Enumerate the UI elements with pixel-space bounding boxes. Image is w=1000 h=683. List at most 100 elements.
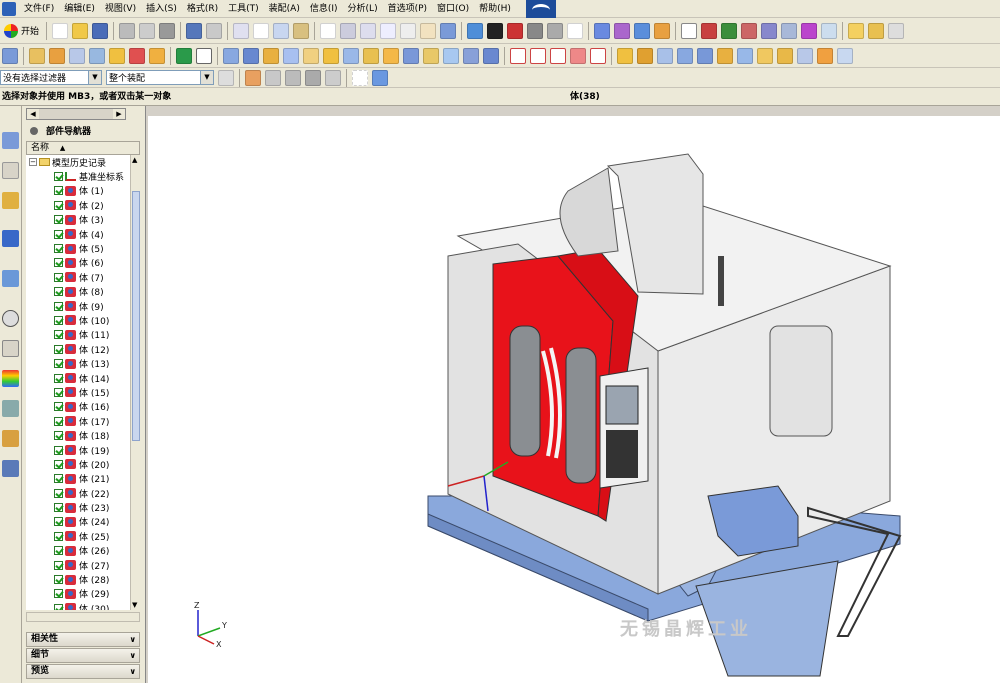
tree-node-body[interactable]: 体 (25) xyxy=(26,529,130,543)
block-icon[interactable] xyxy=(263,47,279,64)
background-icon[interactable] xyxy=(567,22,584,39)
revolve-icon[interactable] xyxy=(243,47,259,64)
menu-view[interactable]: 视图(V) xyxy=(100,0,141,18)
ruler-icon[interactable] xyxy=(868,22,885,39)
tree-node-body[interactable]: 体 (28) xyxy=(26,572,130,586)
visibility-check-icon[interactable] xyxy=(54,488,63,498)
scrollbar-thumb[interactable] xyxy=(132,191,140,441)
offset-face-icon[interactable] xyxy=(757,47,773,64)
measure-distance-icon[interactable] xyxy=(848,22,865,39)
system-materials-tab-icon[interactable] xyxy=(2,340,19,357)
visibility-check-icon[interactable] xyxy=(54,560,63,570)
visibility-check-icon[interactable] xyxy=(54,503,63,513)
tree-node-body[interactable]: 体 (19) xyxy=(26,443,130,457)
tree-node-body[interactable]: 体 (2) xyxy=(26,198,130,212)
chamfer-icon[interactable] xyxy=(637,47,653,64)
menu-analysis[interactable]: 分析(L) xyxy=(343,0,383,18)
visibility-check-icon[interactable] xyxy=(54,431,63,441)
pocket-icon[interactable] xyxy=(383,47,399,64)
visibility-check-icon[interactable] xyxy=(54,387,63,397)
name-column-header[interactable]: 名称 ▲ xyxy=(26,141,140,155)
pan-icon[interactable] xyxy=(420,22,437,39)
redo-icon[interactable] xyxy=(206,22,223,39)
add-component-icon[interactable] xyxy=(29,47,45,64)
selection-scope-dropdown[interactable]: 整个装配 ▼ xyxy=(106,70,214,85)
visibility-check-icon[interactable] xyxy=(54,186,63,196)
assembly-navigator-icon[interactable] xyxy=(2,47,18,64)
process-studio-tab-icon[interactable] xyxy=(2,370,19,387)
wcs-save-icon[interactable] xyxy=(781,22,798,39)
visibility-check-icon[interactable] xyxy=(54,445,63,455)
visibility-check-icon[interactable] xyxy=(54,589,63,599)
visibility-check-icon[interactable] xyxy=(54,517,63,527)
menu-preferences[interactable]: 首选项(P) xyxy=(383,0,432,18)
visibility-check-icon[interactable] xyxy=(54,215,63,225)
section-icon[interactable] xyxy=(654,22,671,39)
tree-node-body[interactable]: 体 (21) xyxy=(26,472,130,486)
extract-icon[interactable] xyxy=(817,47,833,64)
show-hide-icon[interactable] xyxy=(273,22,290,39)
roles-tab-icon[interactable] xyxy=(2,430,19,447)
visibility-check-icon[interactable] xyxy=(54,301,63,311)
scroll-up-icon[interactable]: ▲ xyxy=(132,156,137,164)
perspective-icon[interactable] xyxy=(440,22,457,39)
tree-node-body[interactable]: 体 (15) xyxy=(26,385,130,399)
panel-preview[interactable]: 预览 ∨ xyxy=(26,664,140,679)
unite-icon[interactable] xyxy=(483,47,499,64)
tree-node-body[interactable]: 体 (27) xyxy=(26,558,130,572)
wcs-rotate-icon[interactable] xyxy=(721,22,738,39)
tree-node-body[interactable]: 体 (14) xyxy=(26,371,130,385)
datum-csys-icon[interactable] xyxy=(801,22,818,39)
pad-icon[interactable] xyxy=(403,47,419,64)
reposition-icon[interactable] xyxy=(89,47,105,64)
pattern-face-icon[interactable] xyxy=(837,47,853,64)
visibility-check-icon[interactable] xyxy=(54,546,63,556)
wireframe-icon[interactable] xyxy=(527,22,544,39)
arc-icon[interactable] xyxy=(530,47,546,64)
mirror-assembly-icon[interactable] xyxy=(129,47,145,64)
copy-icon[interactable] xyxy=(139,22,156,39)
draft-icon[interactable] xyxy=(677,47,693,64)
select-all-icon[interactable] xyxy=(372,69,388,86)
open-folder-icon[interactable] xyxy=(72,22,89,39)
fit-view-icon[interactable] xyxy=(320,22,337,39)
menu-window[interactable]: 窗口(O) xyxy=(432,0,474,18)
menu-insert[interactable]: 插入(S) xyxy=(141,0,182,18)
visibility-check-icon[interactable] xyxy=(54,402,63,412)
tree-node-body[interactable]: 体 (7) xyxy=(26,270,130,284)
system-scenes-tab-icon[interactable] xyxy=(2,460,19,477)
filter-settings-icon[interactable] xyxy=(218,69,234,86)
render-style-icon[interactable] xyxy=(507,22,524,39)
start-button[interactable]: 开始 xyxy=(0,21,43,41)
tree-node-body[interactable]: 体 (30) xyxy=(26,601,130,610)
scroll-right-icon[interactable]: ▶ xyxy=(113,109,125,119)
analyze-icon[interactable] xyxy=(634,22,651,39)
curve-offset-icon[interactable] xyxy=(570,47,586,64)
visibility-check-icon[interactable] xyxy=(54,531,63,541)
menu-format[interactable]: 格式(R) xyxy=(182,0,223,18)
shaded-display-icon[interactable] xyxy=(487,22,504,39)
snap-point-icon[interactable] xyxy=(245,69,261,86)
tree-node-body[interactable]: 体 (8) xyxy=(26,285,130,299)
sew-icon[interactable] xyxy=(737,47,753,64)
visibility-check-icon[interactable] xyxy=(54,603,63,610)
save-icon[interactable] xyxy=(92,22,109,39)
rectangle-select-icon[interactable] xyxy=(352,69,368,86)
more-icon[interactable] xyxy=(888,22,905,39)
collapse-icon[interactable]: − xyxy=(29,158,37,167)
tree-node-body[interactable]: 体 (5) xyxy=(26,241,130,255)
menu-tools[interactable]: 工具(T) xyxy=(223,0,264,18)
wcs-orient-icon[interactable] xyxy=(741,22,758,39)
tree-node-body[interactable]: 体 (13) xyxy=(26,356,130,370)
cylinder-icon[interactable] xyxy=(283,47,299,64)
new-file-icon[interactable] xyxy=(52,22,69,39)
visibility-check-icon[interactable] xyxy=(54,459,63,469)
point-create-icon[interactable] xyxy=(176,47,192,64)
visibility-check-icon[interactable] xyxy=(54,373,63,383)
tree-node-body[interactable]: 体 (10) xyxy=(26,313,130,327)
select-face-icon[interactable] xyxy=(285,69,301,86)
assembly-navigator-tab-icon[interactable] xyxy=(2,132,19,149)
scroll-left-icon[interactable]: ◀ xyxy=(27,109,39,119)
menu-file[interactable]: 文件(F) xyxy=(19,0,59,18)
tree-node-body[interactable]: 体 (6) xyxy=(26,256,130,270)
